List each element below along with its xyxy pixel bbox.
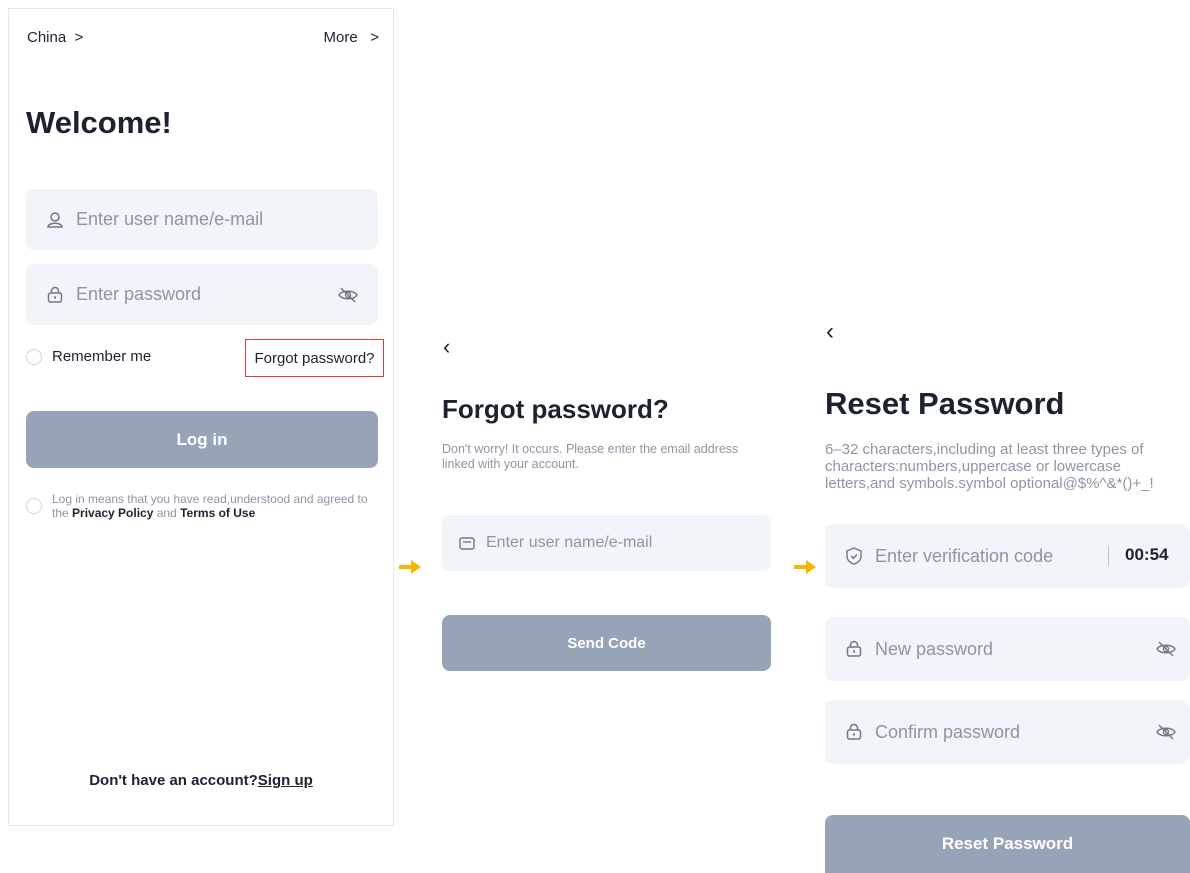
eye-off-icon[interactable] — [1154, 637, 1178, 661]
send-code-label: Send Code — [567, 634, 646, 652]
flow-arrow-icon — [794, 560, 816, 574]
signup-prompt: Don't have an account?Sign up — [9, 772, 393, 789]
terms-and: and — [153, 506, 181, 520]
forgot-email-placeholder: Enter user name/e-mail — [486, 534, 653, 551]
remember-radio[interactable] — [26, 348, 42, 365]
username-placeholder: Enter user name/e-mail — [76, 209, 264, 229]
verification-code-input[interactable]: Enter verification code 00:54 — [825, 524, 1190, 588]
password-placeholder: Enter password — [76, 284, 202, 304]
confirm-password-input[interactable]: Confirm password — [825, 700, 1190, 764]
login-button-label: Log in — [176, 429, 228, 449]
forgot-email-input[interactable]: Enter user name/e-mail — [442, 515, 771, 571]
forgot-description: Don't worry! It occurs. Please enter the… — [442, 442, 739, 471]
reset-back-button[interactable]: ‹ — [826, 318, 834, 346]
lock-icon — [843, 721, 865, 743]
reset-password-button[interactable]: Reset Password — [825, 815, 1190, 873]
remember-me-checkbox[interactable]: Remember me — [26, 348, 151, 365]
signup-link[interactable]: Sign up — [258, 772, 313, 789]
countdown-timer: 00:54 — [1125, 545, 1169, 564]
region-label: China — [27, 29, 67, 46]
forgot-title: Forgot password? — [442, 394, 669, 424]
lock-icon — [44, 284, 66, 306]
user-icon — [44, 209, 66, 231]
remember-label: Remember me — [52, 348, 152, 365]
back-button[interactable]: ‹ — [443, 334, 450, 360]
new-password-placeholder: New password — [875, 638, 994, 659]
forgot-password-label: Forgot password? — [254, 349, 375, 367]
page-title: Welcome! — [26, 105, 172, 140]
mail-icon — [458, 534, 476, 552]
flow-arrow-icon — [399, 560, 421, 574]
reset-title: Reset Password — [825, 386, 1065, 421]
send-code-button[interactable]: Send Code — [442, 615, 771, 671]
terms-of-use-link[interactable]: Terms of Use — [180, 506, 255, 520]
field-divider — [1108, 546, 1109, 566]
more-label: More — [323, 29, 358, 46]
forgot-password-link[interactable]: Forgot password? — [245, 339, 384, 377]
reset-description: 6–32 characters,including at least three… — [825, 441, 1154, 492]
login-top-bar: China > More > — [27, 29, 379, 46]
privacy-policy-link[interactable]: Privacy Policy — [72, 506, 153, 520]
login-screen: China > More > Welcome! Enter user name/… — [8, 8, 394, 826]
login-button[interactable]: Log in — [26, 411, 378, 468]
new-password-input[interactable]: New password — [825, 617, 1190, 681]
terms-radio[interactable] — [26, 498, 42, 514]
back-chevron-icon: ‹ — [443, 334, 451, 359]
region-selector[interactable]: China > — [27, 29, 83, 46]
eye-off-icon[interactable] — [1154, 720, 1178, 744]
more-link[interactable]: More > — [324, 29, 379, 46]
verification-code-placeholder: Enter verification code — [875, 545, 1054, 566]
confirm-password-placeholder: Confirm password — [875, 721, 1021, 742]
username-input[interactable]: Enter user name/e-mail — [26, 189, 378, 250]
back-chevron-icon: ‹ — [826, 318, 834, 345]
chevron-right-icon: > — [370, 29, 379, 46]
lock-icon — [843, 638, 865, 660]
terms-text: Log in means that you have read,understo… — [52, 492, 381, 520]
terms-agreement: Log in means that you have read,understo… — [26, 492, 381, 520]
shield-icon — [843, 545, 865, 567]
password-input[interactable]: Enter password — [26, 264, 378, 325]
signup-prompt-text: Don't have an account? — [89, 772, 258, 789]
eye-off-icon[interactable] — [336, 283, 360, 307]
reset-password-label: Reset Password — [941, 834, 1074, 853]
chevron-right-icon: > — [74, 29, 84, 46]
